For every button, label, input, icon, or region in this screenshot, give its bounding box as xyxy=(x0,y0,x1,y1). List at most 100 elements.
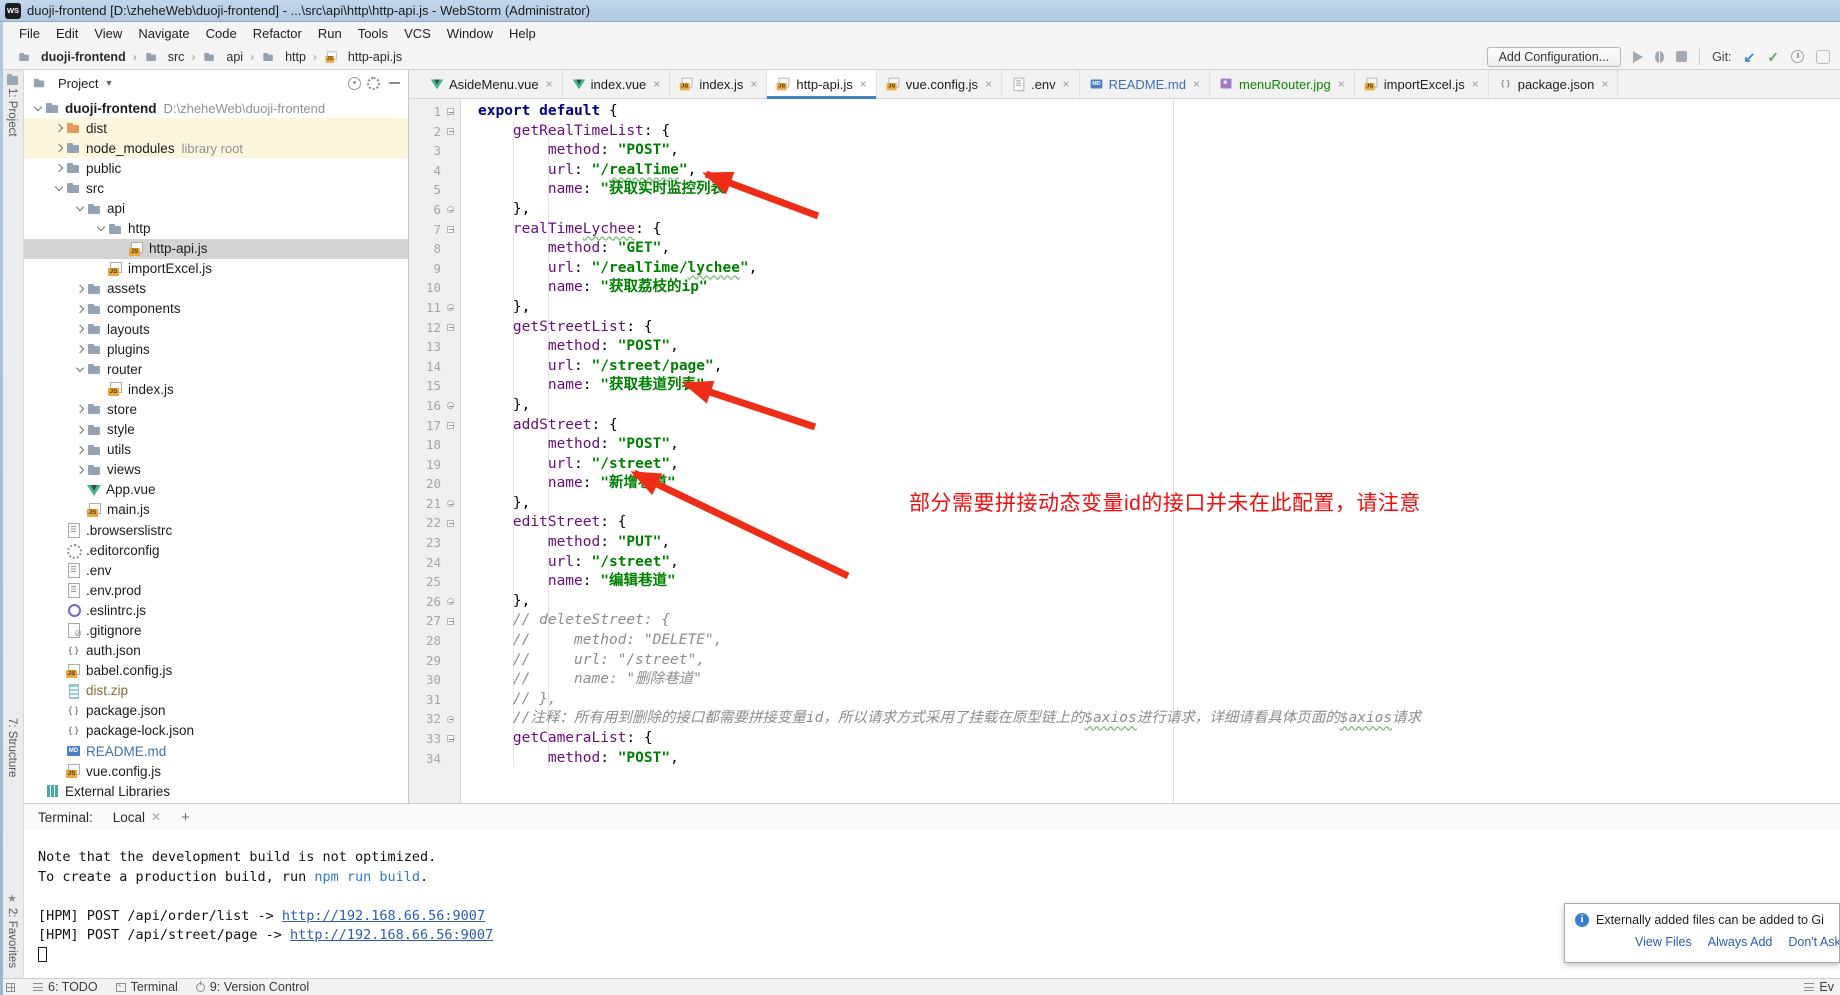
tree-item-main.js[interactable]: main.js xyxy=(24,500,408,520)
tree-item-.env[interactable]: .env xyxy=(24,560,408,580)
locate-file-icon[interactable] xyxy=(348,77,361,90)
breadcrumb-item[interactable]: http xyxy=(259,49,308,65)
git-commit-icon[interactable]: ✓ xyxy=(1767,50,1779,64)
tree-item-auth.json[interactable]: auth.json xyxy=(24,641,408,661)
fold-end-icon[interactable] xyxy=(447,598,454,605)
tree-item-package-lock.json[interactable]: package-lock.json xyxy=(24,721,408,741)
fold-start-icon[interactable] xyxy=(447,520,454,527)
close-icon[interactable]: × xyxy=(860,77,867,91)
chevron-collapsed-icon[interactable] xyxy=(54,124,62,132)
add-configuration-button[interactable]: Add Configuration... xyxy=(1487,47,1622,67)
fold-start-icon[interactable] xyxy=(447,128,454,135)
tree-item-views[interactable]: views xyxy=(24,460,408,480)
git-update-icon[interactable]: ↙ xyxy=(1744,50,1756,64)
tree-item-src[interactable]: src xyxy=(24,178,408,198)
panel-settings-icon[interactable] xyxy=(367,77,380,90)
tree-item-importExcel.js[interactable]: importExcel.js xyxy=(24,259,408,279)
tree-item-.gitignore[interactable]: .gitignore xyxy=(24,620,408,640)
tool-window-structure[interactable]: 7: Structure xyxy=(6,718,18,777)
terminal-cursor[interactable] xyxy=(38,947,47,962)
history-icon[interactable] xyxy=(1791,50,1804,63)
tree-item-http[interactable]: http xyxy=(24,219,408,239)
close-icon[interactable]: × xyxy=(1472,77,1479,91)
tree-item-http-api.js[interactable]: http-api.js xyxy=(24,239,408,259)
tab-README.md[interactable]: README.md× xyxy=(1080,70,1210,98)
fold-end-icon[interactable] xyxy=(447,500,454,507)
fold-start-icon[interactable] xyxy=(447,735,454,742)
tab-index.js[interactable]: index.js× xyxy=(670,70,767,98)
menu-item-window[interactable]: Window xyxy=(439,24,501,43)
stop-icon[interactable] xyxy=(1676,51,1687,62)
chevron-expanded-icon[interactable] xyxy=(75,364,83,372)
tab-menuRouter.jpg[interactable]: menuRouter.jpg× xyxy=(1210,70,1355,98)
menu-item-view[interactable]: View xyxy=(86,24,130,43)
tree-item-index.js[interactable]: index.js xyxy=(24,379,408,399)
breadcrumb-item[interactable]: duoji-frontend xyxy=(15,49,128,65)
notification-action-always-add[interactable]: Always Add xyxy=(1708,935,1773,949)
chevron-expanded-icon[interactable] xyxy=(54,183,62,191)
statusbar-terminal[interactable]: Terminal xyxy=(116,980,178,994)
chevron-collapsed-icon[interactable] xyxy=(75,305,83,313)
chevron-expanded-icon[interactable] xyxy=(33,102,41,110)
menu-item-navigate[interactable]: Navigate xyxy=(130,24,197,43)
tree-item-.env.prod[interactable]: .env.prod xyxy=(24,580,408,600)
run-icon[interactable] xyxy=(1633,51,1643,63)
menu-item-refactor[interactable]: Refactor xyxy=(245,24,310,43)
menu-item-vcs[interactable]: VCS xyxy=(396,24,439,43)
close-icon[interactable]: × xyxy=(985,77,992,91)
tree-item-External Libraries[interactable]: External Libraries xyxy=(24,781,408,801)
tree-item-README.md[interactable]: README.md xyxy=(24,741,408,761)
menu-item-run[interactable]: Run xyxy=(310,24,350,43)
close-icon[interactable]: × xyxy=(1193,77,1200,91)
project-panel-title[interactable]: Project xyxy=(58,76,98,91)
chevron-down-icon[interactable]: ▼ xyxy=(104,78,113,88)
notification-action-don-t-ask-agai[interactable]: Don't Ask Agai xyxy=(1788,935,1840,949)
chevron-expanded-icon[interactable] xyxy=(75,203,83,211)
fold-end-icon[interactable] xyxy=(447,716,454,723)
close-icon[interactable]: × xyxy=(653,77,660,91)
tab-vue.config.js[interactable]: vue.config.js× xyxy=(877,70,1002,98)
breadcrumb-item[interactable]: src xyxy=(142,49,187,65)
chevron-expanded-icon[interactable] xyxy=(96,223,104,231)
tree-item-App.vue[interactable]: App.vue xyxy=(24,480,408,500)
tree-item-duoji-frontend[interactable]: duoji-frontendD:\zheheWeb\duoji-frontend xyxy=(24,98,408,118)
tree-item-utils[interactable]: utils xyxy=(24,440,408,460)
chevron-collapsed-icon[interactable] xyxy=(54,144,62,152)
tree-item-components[interactable]: components xyxy=(24,299,408,319)
tab-AsideMenu.vue[interactable]: AsideMenu.vue× xyxy=(421,70,563,98)
tree-item-node_modules[interactable]: node_moduleslibrary root xyxy=(24,138,408,158)
hide-panel-icon[interactable] xyxy=(389,82,400,84)
close-icon[interactable]: × xyxy=(546,77,553,91)
toolbar-edge-icon[interactable] xyxy=(1816,50,1830,64)
close-icon[interactable]: × xyxy=(1601,77,1608,91)
chevron-collapsed-icon[interactable] xyxy=(75,325,83,333)
tree-item-dist[interactable]: dist xyxy=(24,118,408,138)
chevron-collapsed-icon[interactable] xyxy=(75,445,83,453)
statusbar-grid[interactable] xyxy=(6,983,15,992)
breadcrumb-item[interactable]: http-api.js xyxy=(322,49,404,65)
menu-item-edit[interactable]: Edit xyxy=(48,24,86,43)
tool-window-favorites[interactable]: ★ 2: Favorites xyxy=(6,892,18,968)
tree-item-router[interactable]: router xyxy=(24,359,408,379)
chevron-collapsed-icon[interactable] xyxy=(75,345,83,353)
chevron-collapsed-icon[interactable] xyxy=(75,405,83,413)
close-icon[interactable]: × xyxy=(750,77,757,91)
fold-end-icon[interactable] xyxy=(447,206,454,213)
tree-item-.eslintrc.js[interactable]: .eslintrc.js xyxy=(24,600,408,620)
tree-item-store[interactable]: store xyxy=(24,399,408,419)
tab-package.json[interactable]: package.json× xyxy=(1489,70,1619,98)
fold-start-icon[interactable] xyxy=(447,618,454,625)
close-icon[interactable]: × xyxy=(1338,77,1345,91)
breadcrumb-item[interactable]: api xyxy=(200,49,245,65)
fold-start-icon[interactable] xyxy=(447,422,454,429)
tree-item-.editorconfig[interactable]: .editorconfig xyxy=(24,540,408,560)
menu-item-code[interactable]: Code xyxy=(198,24,245,43)
fold-start-icon[interactable] xyxy=(447,226,454,233)
menu-item-file[interactable]: File xyxy=(11,24,48,43)
tree-item-assets[interactable]: assets xyxy=(24,279,408,299)
notification-action-view-files[interactable]: View Files xyxy=(1635,935,1692,949)
tab-index.vue[interactable]: index.vue× xyxy=(563,70,671,98)
tree-item-babel.config.js[interactable]: babel.config.js xyxy=(24,661,408,681)
close-icon[interactable]: ✕ xyxy=(151,810,161,824)
tree-item-api[interactable]: api xyxy=(24,198,408,218)
